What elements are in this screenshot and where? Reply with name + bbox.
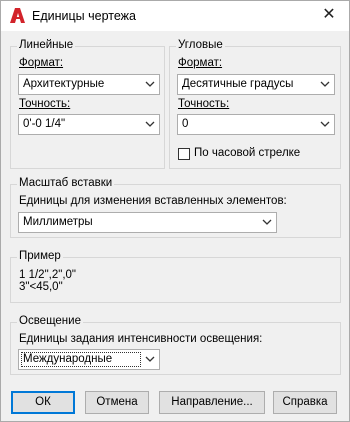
- autocad-logo-icon: [10, 8, 25, 23]
- lighting-group-title: Освещение: [17, 315, 83, 327]
- linear-type-value: Архитектурные: [23, 78, 105, 90]
- window-title: Единицы чертежа: [32, 9, 136, 23]
- linear-type-label: Формат:: [19, 57, 64, 69]
- chevron-down-icon: [262, 219, 272, 225]
- insertion-units-value: Миллиметры: [23, 216, 93, 228]
- linear-type-dropdown[interactable]: Архитектурные: [18, 74, 160, 95]
- chevron-down-icon: [145, 356, 155, 362]
- sample-line-2: 3"<45,0": [19, 281, 63, 293]
- angular-precision-dropdown[interactable]: 0: [177, 114, 335, 135]
- linear-precision-value: 0'-0 1/4": [23, 118, 66, 130]
- help-button[interactable]: Справка: [273, 391, 337, 414]
- close-icon[interactable]: ✕: [321, 7, 337, 23]
- clockwise-label[interactable]: По часовой стрелке: [194, 147, 300, 159]
- angular-precision-value: 0: [182, 118, 189, 130]
- chevron-down-icon: [145, 81, 155, 87]
- drawing-units-dialog: Единицы чертежа ✕ Линейные Формат: Архит…: [0, 0, 350, 422]
- lighting-units-value: Международные: [23, 353, 113, 365]
- angular-group-title: Угловые: [176, 39, 225, 51]
- insertion-scale-title: Масштаб вставки: [17, 177, 115, 189]
- lighting-units-label: Единицы задания интенсивности освещения:: [19, 333, 263, 345]
- angular-precision-label: Точность:: [178, 98, 230, 110]
- cancel-button[interactable]: Отмена: [85, 391, 149, 414]
- title-bar: Единицы чертежа ✕: [1, 1, 349, 31]
- chevron-down-icon: [145, 121, 155, 127]
- insertion-units-dropdown[interactable]: Миллиметры: [18, 212, 277, 233]
- direction-button[interactable]: Направление...: [159, 391, 265, 414]
- chevron-down-icon: [320, 121, 330, 127]
- linear-precision-label: Точность:: [19, 98, 71, 110]
- angular-type-label: Формат:: [178, 57, 223, 69]
- insertion-units-label: Единицы для изменения вставленных элемен…: [19, 195, 287, 207]
- angular-type-value: Десятичные градусы: [182, 78, 294, 90]
- lighting-units-dropdown[interactable]: Международные: [18, 349, 160, 370]
- linear-precision-dropdown[interactable]: 0'-0 1/4": [18, 114, 160, 135]
- ok-button[interactable]: ОК: [11, 391, 75, 414]
- linear-group-title: Линейные: [17, 39, 76, 51]
- clockwise-checkbox[interactable]: [178, 148, 190, 160]
- chevron-down-icon: [320, 81, 330, 87]
- sample-output-title: Пример: [17, 250, 63, 262]
- angular-type-dropdown[interactable]: Десятичные градусы: [177, 74, 335, 95]
